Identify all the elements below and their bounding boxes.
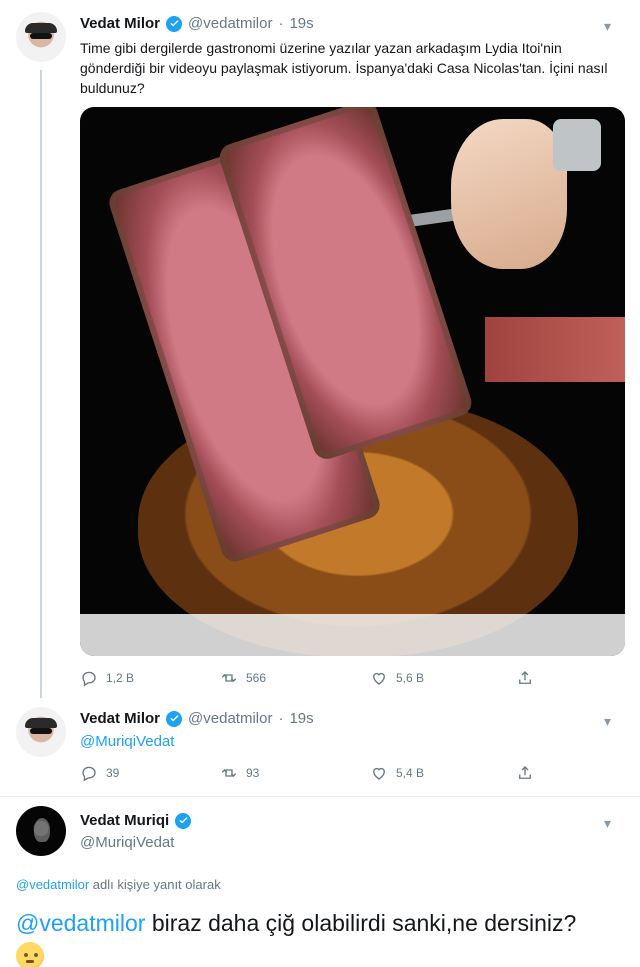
verified-icon [175,812,192,829]
separator: · [278,710,284,727]
reply-message: biraz daha çiğ olabilirdi sanki,ne dersi… [151,910,577,936]
reply-mention-link[interactable]: @vedatmilor [16,910,145,936]
share-icon [519,766,531,779]
context-text: adlı kişiye yanıt olarak [92,877,221,892]
mention-link[interactable]: @MuriqiVedat [80,733,174,750]
handle[interactable]: @MuriqiVedat [80,834,174,851]
reply-button[interactable]: 1,2 B [80,669,220,687]
verified-icon [166,710,183,727]
avatar[interactable] [16,707,66,757]
display-name[interactable]: Vedat Milor [80,710,160,727]
thread-connector-line [40,70,42,698]
chevron-down-icon[interactable]: ▾ [604,18,611,35]
timestamp[interactable]: 19s [289,15,313,32]
reply-button[interactable]: 39 [80,764,220,782]
like-button[interactable]: 5,4 B [370,764,516,782]
tweet-media-image[interactable] [80,107,625,656]
reply-text: @vedatmilor biraz daha çiğ olabilirdi sa… [16,908,636,967]
like-count: 5,4 B [396,766,425,780]
retweet-count: 566 [246,671,267,685]
thinking-face-icon [16,941,44,967]
retweet-icon [221,769,237,777]
verified-icon [166,15,183,32]
avatar[interactable] [16,12,66,62]
like-icon [373,767,385,780]
reply-icon [82,671,96,687]
context-mention-link[interactable]: @vedatmilor [16,877,89,892]
hand [451,119,601,269]
retweet-icon [221,674,237,682]
reply-context: @vedatmilor adlı kişiye yanıt olarak [16,877,221,892]
handle[interactable]: @vedatmilor [188,710,272,727]
retweet-button[interactable]: 93 [220,764,370,782]
retweet-button[interactable]: 566 [220,669,370,687]
retweet-count: 93 [246,766,260,780]
share-button[interactable] [516,764,534,782]
divider [0,796,640,797]
raw-meat-slice [485,317,625,382]
reply-count: 1,2 B [106,671,135,685]
timestamp[interactable]: 19s [289,710,313,727]
share-button[interactable] [516,669,534,687]
tablecloth [80,614,625,656]
like-count: 5,6 B [396,671,425,685]
chevron-down-icon[interactable]: ▾ [604,713,611,730]
display-name[interactable]: Vedat Muriqi [80,812,169,829]
tweet-header: Vedat Muriqi [80,812,192,829]
tweet-header: Vedat Milor @vedatmilor · 19s [80,15,314,32]
reply-count: 39 [106,766,120,780]
handle[interactable]: @vedatmilor [188,15,272,32]
tweet-text: Time gibi dergilerde gastronomi üzerine … [80,40,608,96]
tweet-actions: 1,2 B 566 5,6 B [80,669,625,687]
like-button[interactable]: 5,6 B [370,669,516,687]
tweet-actions: 39 93 5,4 B [80,764,625,782]
tweet-header: Vedat Milor @vedatmilor · 19s [80,710,314,727]
display-name[interactable]: Vedat Milor [80,15,160,32]
chevron-down-icon[interactable]: ▾ [604,815,611,832]
separator: · [278,15,284,32]
reply-icon [82,766,96,782]
like-icon [373,672,385,685]
avatar[interactable] [16,806,66,856]
share-icon [519,671,531,684]
